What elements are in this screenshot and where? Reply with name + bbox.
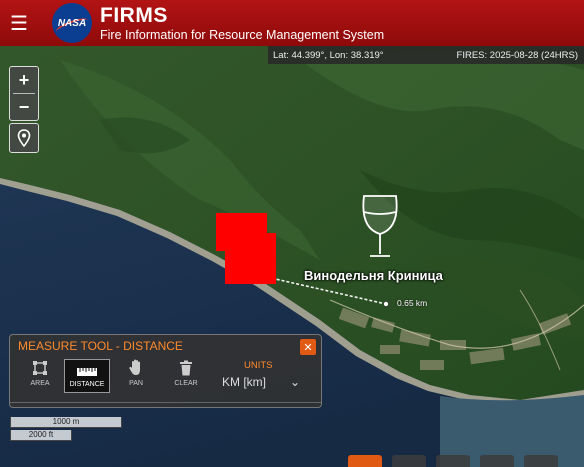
area-tool-label: AREA	[30, 380, 50, 387]
divider	[10, 402, 321, 407]
app-name: FIRMS	[100, 3, 168, 27]
units-select[interactable]: KM [km] ⌄	[222, 375, 300, 389]
bottom-toolbar-button[interactable]	[392, 455, 426, 467]
area-icon	[33, 361, 47, 375]
clear-tool-button[interactable]: CLEAR	[164, 359, 208, 391]
scale-bar-metric: 1000 m	[10, 417, 122, 428]
distance-tool-label: DISTANCE	[69, 381, 105, 388]
brand: FIRMS Fire Information for Resource Mana…	[100, 5, 384, 42]
zoom-in-button[interactable]: +	[10, 67, 38, 93]
chevron-down-icon: ⌄	[289, 375, 300, 389]
bottom-toolbar-button[interactable]	[480, 455, 514, 467]
menu-icon[interactable]: ☰	[0, 0, 38, 46]
nasa-logo[interactable]: NASA	[52, 3, 92, 43]
measure-tool-title: MEASURE TOOL - DISTANCE	[18, 339, 183, 353]
distance-tool-button[interactable]: DISTANCE	[64, 359, 110, 393]
app-header: ☰ NASA FIRMS Fire Information for Resour…	[0, 0, 584, 46]
status-bar: Lat: 44.399°, Lon: 38.319° FIRES: 2025-0…	[268, 46, 584, 64]
bottom-toolbar-button[interactable]	[524, 455, 558, 467]
locate-button[interactable]	[9, 123, 39, 153]
pan-tool-button[interactable]: PAN	[114, 359, 158, 391]
clear-tool-label: CLEAR	[174, 380, 198, 387]
bottom-toolbar-button[interactable]	[436, 455, 470, 467]
area-tool-button[interactable]: AREA	[18, 359, 62, 391]
ruler-icon	[77, 368, 97, 376]
app-subtitle: Fire Information for Resource Management…	[100, 27, 385, 42]
fires-date[interactable]: FIRES: 2025-08-28 (24HRS)	[457, 50, 578, 61]
locate-icon	[17, 129, 31, 147]
units-value: KM [km]	[222, 375, 266, 389]
fire-detection[interactable]	[225, 233, 276, 284]
pan-tool-label: PAN	[129, 380, 143, 387]
trash-icon	[180, 360, 192, 376]
close-button[interactable]: ✕	[300, 339, 316, 355]
measure-tool-panel: MEASURE TOOL - DISTANCE ✕ AREA DISTANCE …	[9, 334, 322, 408]
place-label: Винодельня Криница	[304, 268, 443, 283]
hand-icon	[129, 359, 140, 375]
units-heading: UNITS	[244, 360, 273, 371]
zoom-control: + −	[9, 66, 39, 121]
logo-text: NASA	[57, 17, 87, 29]
zoom-out-button[interactable]: −	[10, 94, 38, 120]
scale-bar-imperial: 2000 ft	[10, 430, 72, 441]
distance-label: 0.65 km	[397, 298, 428, 308]
cursor-coordinates: Lat: 44.399°, Lon: 38.319°	[273, 49, 384, 61]
bottom-toolbar-button[interactable]	[348, 455, 382, 467]
measure-endpoint[interactable]	[383, 301, 389, 307]
